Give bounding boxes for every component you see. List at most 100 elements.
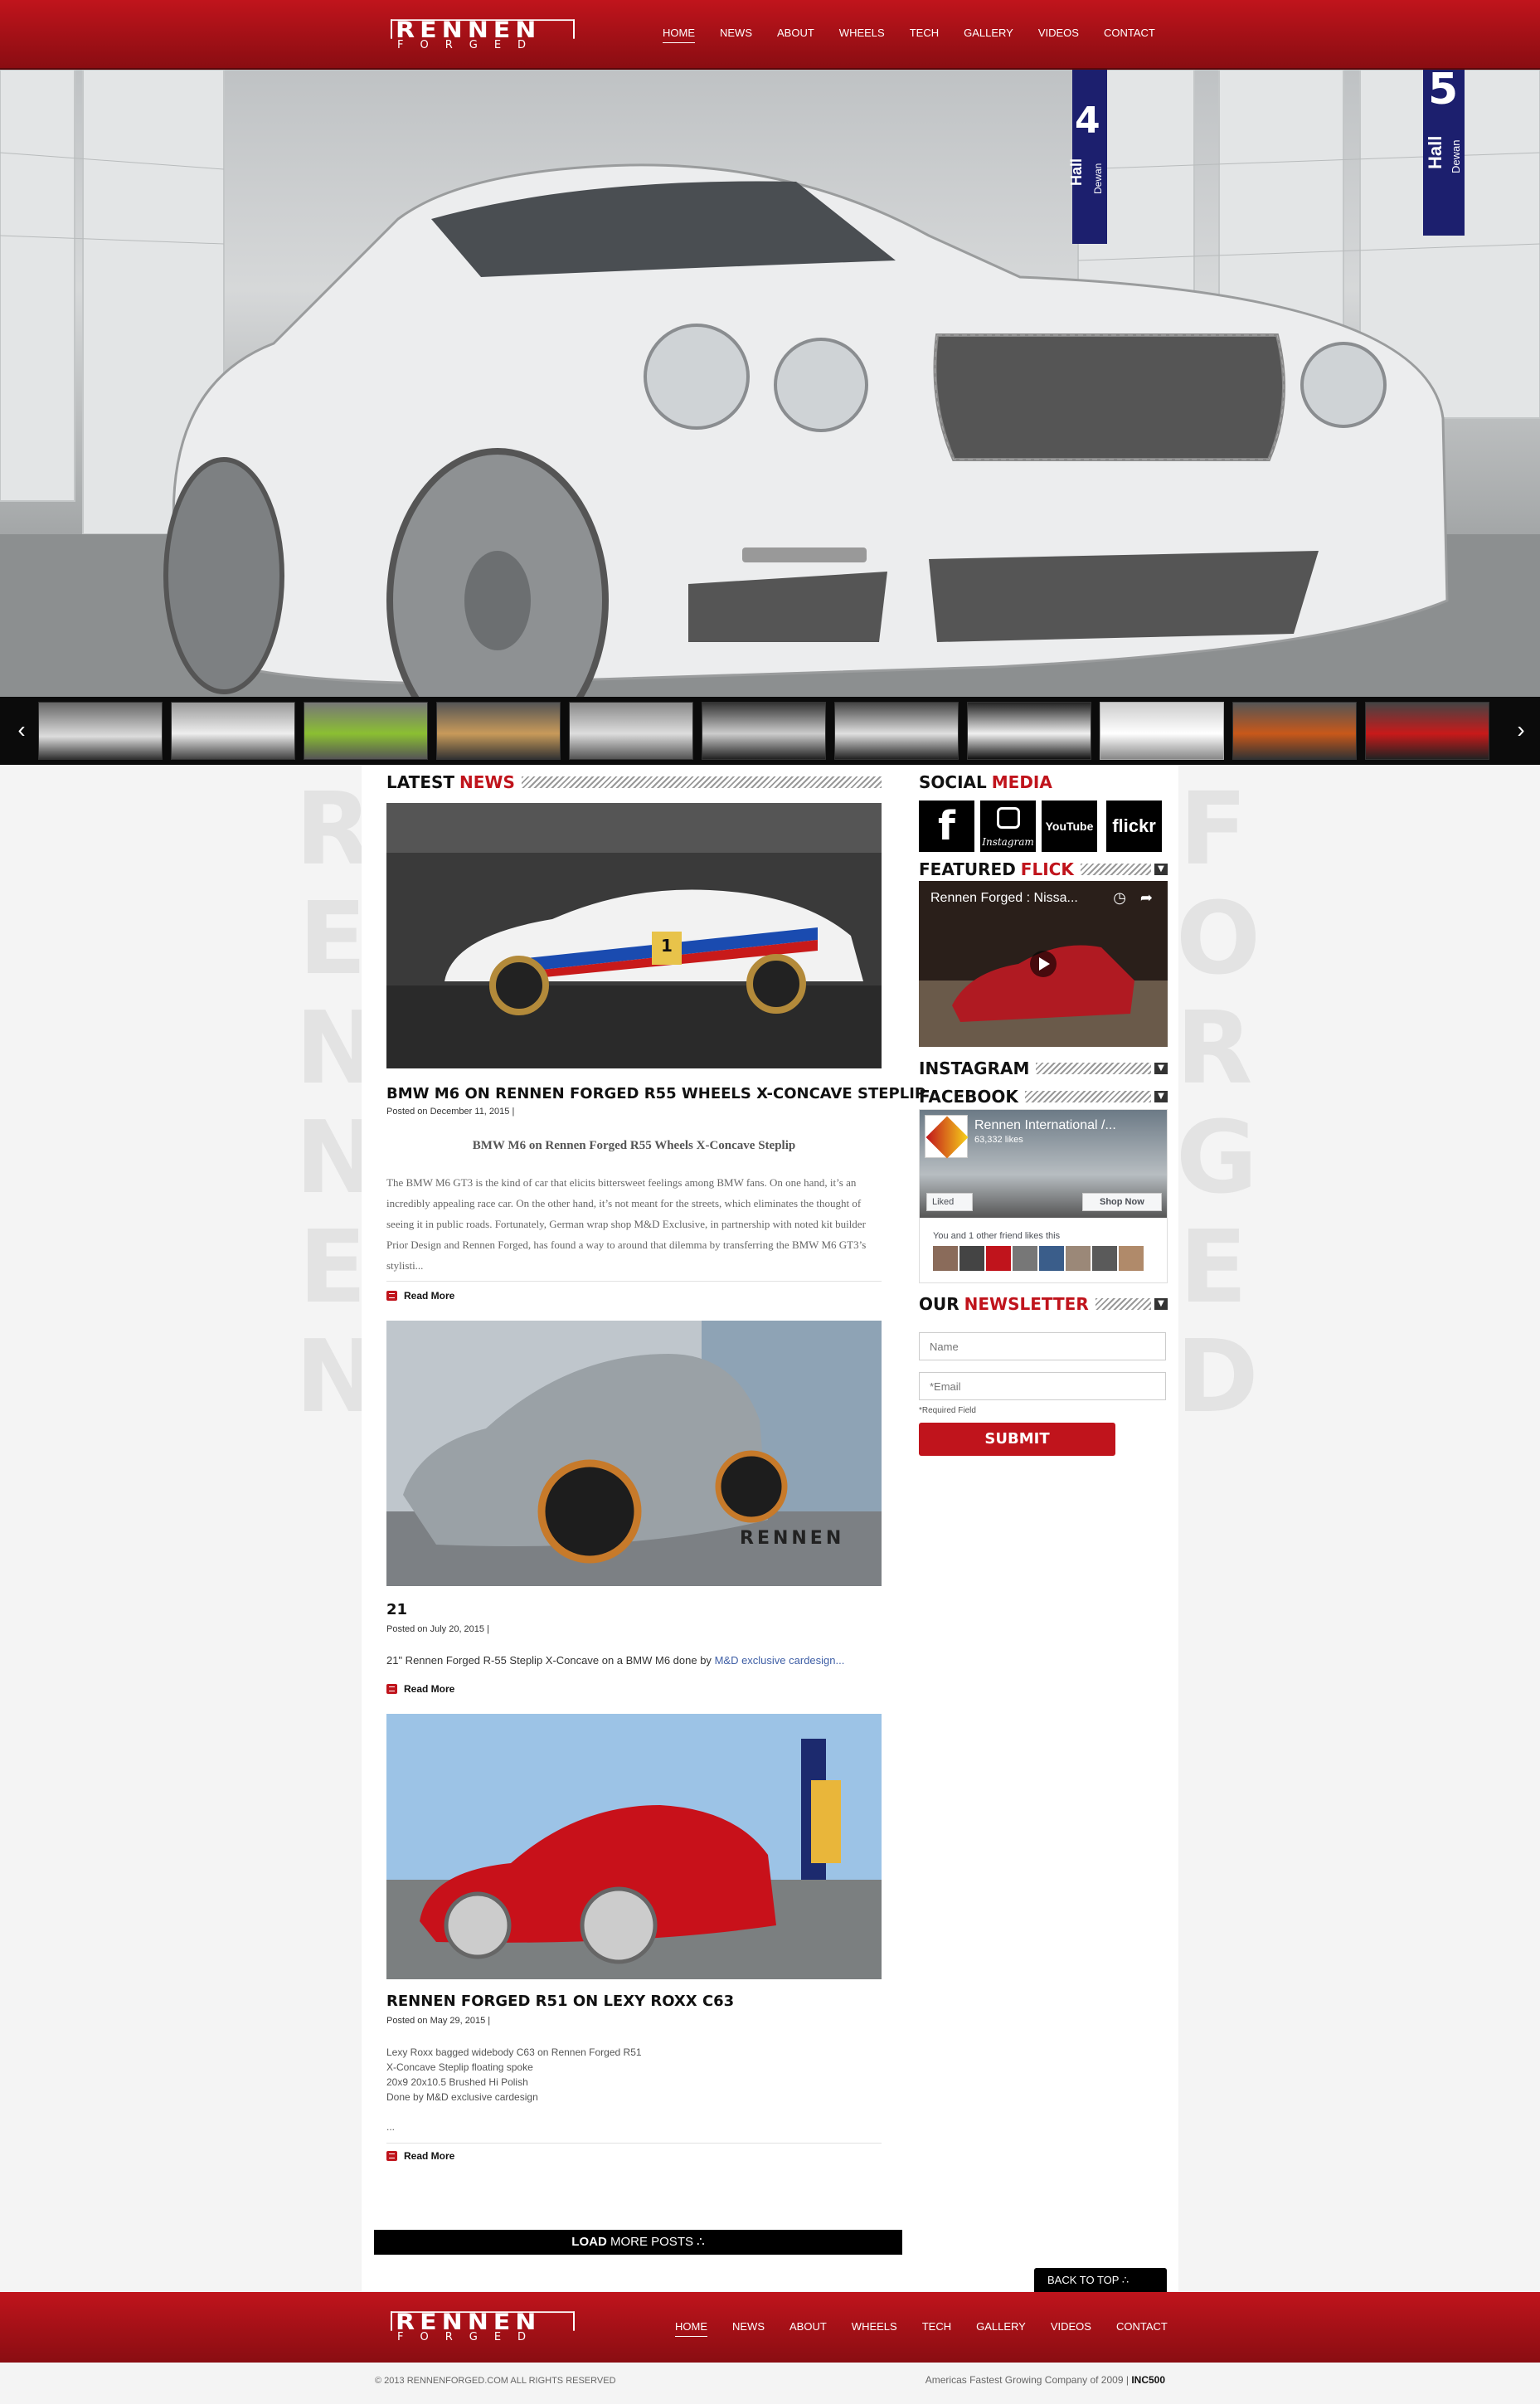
site-logo[interactable]: RENNEN FORGED <box>391 18 575 51</box>
thumb-3[interactable] <box>304 702 428 760</box>
post-3-title[interactable]: RENNEN FORGED R51 ON LEXY ROXX C63 <box>386 1993 734 2010</box>
name-field[interactable] <box>919 1332 1166 1360</box>
youtube-icon[interactable]: YouTube <box>1042 801 1097 852</box>
required-note: *Required Field <box>919 1406 976 1415</box>
avatar[interactable] <box>1013 1246 1037 1271</box>
read-more-icon <box>386 1291 397 1301</box>
thumb-6[interactable] <box>702 702 826 760</box>
instagram-heading: INSTAGRAM ▼ <box>919 1058 1168 1078</box>
footer-nav-contact[interactable]: CONTACT <box>1116 2319 1168 2337</box>
avatar[interactable] <box>1119 1246 1144 1271</box>
post-1-read-more[interactable]: Read More <box>386 1290 454 1302</box>
post-3-line-4: Done by M&D exclusive cardesign <box>386 2091 538 2103</box>
post-1-title[interactable]: BMW M6 ON RENNEN FORGED R55 WHEELS X-CON… <box>386 1085 925 1102</box>
heading-stripes <box>1036 1063 1151 1074</box>
post-1-date: Posted on December 11, 2015 | <box>386 1107 515 1117</box>
fb-liked-button[interactable]: Liked <box>926 1193 973 1211</box>
email-field[interactable] <box>919 1372 1166 1400</box>
nav-videos[interactable]: VIDEOS <box>1038 25 1079 43</box>
chevron-down-icon[interactable]: ▼ <box>1154 1091 1168 1102</box>
submit-button[interactable]: SUBMIT <box>919 1423 1115 1456</box>
video-title: Rennen Forged : Nissa... <box>930 891 1078 905</box>
footer-nav-about[interactable]: ABOUT <box>789 2319 827 2337</box>
featured-heading-b: FLICK <box>1020 859 1074 879</box>
dots-icon: ∴ <box>697 2235 705 2249</box>
thumb-8[interactable] <box>967 702 1091 760</box>
chevron-down-icon[interactable]: ▼ <box>1154 864 1168 875</box>
facebook-icon[interactable]: f <box>919 801 974 852</box>
instagram-icon[interactable]: Instagram <box>980 801 1036 852</box>
avatar[interactable] <box>1092 1246 1117 1271</box>
nav-wheels[interactable]: WHEELS <box>839 25 885 43</box>
latest-news-heading-b: NEWS <box>459 772 515 792</box>
latest-news-heading: LATEST NEWS <box>386 772 882 792</box>
footer-nav-home[interactable]: HOME <box>675 2319 707 2337</box>
logo-top: RENNEN <box>391 19 575 39</box>
thumb-9-active[interactable] <box>1100 702 1224 760</box>
footer-nav-videos[interactable]: VIDEOS <box>1051 2319 1091 2337</box>
post-2-image[interactable]: RENNEN <box>386 1321 882 1586</box>
avatar[interactable] <box>1039 1246 1064 1271</box>
nav-contact[interactable]: CONTACT <box>1104 25 1155 43</box>
thumb-2[interactable] <box>171 702 295 760</box>
post-3-divider <box>386 2143 882 2144</box>
fb-shop-label: Shop Now <box>1100 1197 1144 1207</box>
post-3-ellipsis: ... <box>386 2121 396 2133</box>
nav-about[interactable]: ABOUT <box>777 25 814 43</box>
facebook-heading: FACEBOOK ▼ <box>919 1087 1168 1107</box>
fb-page-logo <box>925 1115 969 1159</box>
footer-nav-news[interactable]: NEWS <box>732 2319 765 2337</box>
heading-stripes <box>1024 1091 1151 1102</box>
fb-page-name[interactable]: Rennen International /... <box>974 1118 1116 1133</box>
footer-nav-wheels[interactable]: WHEELS <box>852 2319 897 2337</box>
featured-video[interactable]: Rennen Forged : Nissa... ◷ ➦ <box>919 881 1168 1047</box>
post-2-body-link[interactable]: M&D exclusive cardesign... <box>715 1654 845 1667</box>
hall-4-sub: Dewan <box>1092 163 1104 194</box>
nav-tech[interactable]: TECH <box>910 25 939 43</box>
chevron-left-icon[interactable]: ‹ <box>12 713 32 747</box>
avatar[interactable] <box>959 1246 984 1271</box>
avatar[interactable] <box>933 1246 958 1271</box>
post-1-image[interactable]: 1 <box>386 803 882 1068</box>
post-2-date: Posted on July 20, 2015 | <box>386 1624 489 1634</box>
fb-shop-button[interactable]: Shop Now <box>1082 1193 1162 1211</box>
share-icon[interactable]: ➦ <box>1140 889 1153 907</box>
nav-news[interactable]: NEWS <box>720 25 752 43</box>
heading-stripes <box>1095 1298 1151 1310</box>
load-more-button[interactable]: LOAD MORE POSTS ∴ <box>374 2230 902 2255</box>
thumb-4[interactable] <box>436 702 561 760</box>
chevron-right-icon[interactable]: › <box>1511 713 1531 747</box>
footer-nav-tech[interactable]: TECH <box>922 2319 951 2337</box>
chevron-down-icon[interactable]: ▼ <box>1154 1298 1168 1310</box>
thumb-5[interactable] <box>569 702 693 760</box>
newsletter-heading: OUR NEWSLETTER ▼ <box>919 1294 1168 1314</box>
thumb-10[interactable] <box>1232 702 1357 760</box>
nav-home[interactable]: HOME <box>663 25 695 43</box>
post-2-watermark: RENNEN <box>740 1528 845 1549</box>
dots-icon: ∴ <box>1121 2274 1129 2286</box>
thumb-1[interactable] <box>38 702 163 760</box>
tagline-text: Americas Fastest Growing Company of 2009… <box>925 2374 1129 2386</box>
post-3-photo <box>386 1714 882 1979</box>
clock-icon[interactable]: ◷ <box>1113 889 1126 907</box>
footer-logo[interactable]: RENNEN FORGED <box>391 2310 575 2343</box>
back-to-top-label: BACK TO TOP <box>1047 2274 1120 2286</box>
post-1-subtitle: BMW M6 on Rennen Forged R55 Wheels X-Con… <box>472 1139 796 1152</box>
avatar[interactable] <box>1066 1246 1091 1271</box>
thumb-11[interactable] <box>1365 702 1489 760</box>
footer-nav-gallery[interactable]: GALLERY <box>976 2319 1026 2337</box>
chevron-down-icon[interactable]: ▼ <box>1154 1063 1168 1074</box>
back-to-top-button[interactable]: BACK TO TOP ∴ <box>1034 2268 1167 2293</box>
post-2-title[interactable]: 21 <box>386 1601 407 1618</box>
thumb-7[interactable] <box>834 702 959 760</box>
read-more-label: Read More <box>404 2150 455 2162</box>
post-3-image[interactable] <box>386 1714 882 1979</box>
fb-logo-mark <box>925 1116 969 1159</box>
avatar[interactable] <box>986 1246 1011 1271</box>
nav-gallery[interactable]: GALLERY <box>964 25 1013 43</box>
hero-slider[interactable]: 4 Hall Dewan 5 Hall Dewan <box>0 70 1540 697</box>
post-3-read-more[interactable]: Read More <box>386 2150 454 2162</box>
post-2-read-more[interactable]: Read More <box>386 1683 454 1695</box>
facebook-widget[interactable]: Rennen International /... 63,332 likes L… <box>919 1109 1168 1283</box>
flickr-icon[interactable]: flickr <box>1106 801 1162 852</box>
